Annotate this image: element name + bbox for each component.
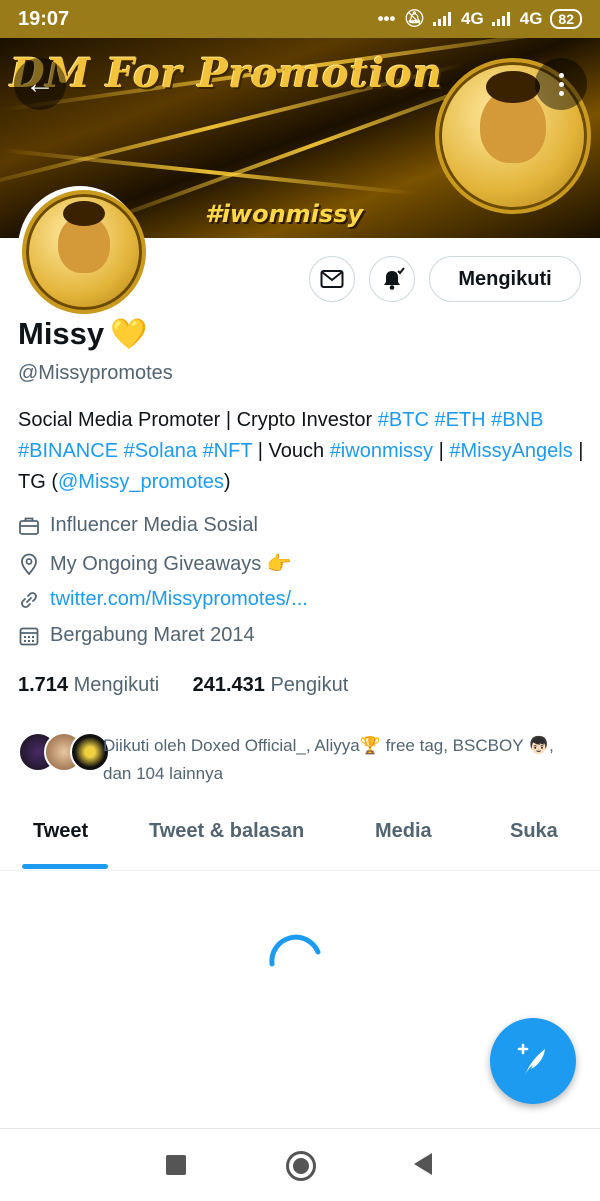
battery-indicator: 82 — [550, 9, 582, 29]
bio-hashtag-link[interactable]: #NFT — [203, 440, 253, 462]
followers-label: Pengikut — [270, 674, 349, 696]
network-label-1: 4G — [461, 9, 484, 28]
meta-website[interactable]: twitter.com/Missypromotes/... — [18, 588, 308, 611]
profile-handle: @Missypromotes — [18, 362, 173, 384]
calendar-icon — [18, 625, 40, 647]
meta-joined-text: Bergabung Maret 2014 — [50, 624, 255, 646]
profile-bio: Social Media Promoter | Crypto Investor … — [18, 405, 588, 498]
system-navigation-bar — [0, 1128, 600, 1201]
bio-hashtag-link[interactable]: #ETH — [434, 409, 485, 431]
more-options-button[interactable] — [535, 58, 587, 110]
website-link[interactable]: twitter.com/Missypromotes/... — [50, 588, 308, 611]
tab-media[interactable]: Media — [375, 820, 432, 843]
meta-category-text: Influencer Media Sosial — [50, 514, 258, 536]
bio-hashtag-link[interactable]: #BNB — [491, 409, 543, 431]
message-button[interactable] — [309, 256, 355, 302]
avatar[interactable] — [18, 186, 146, 314]
following-stat[interactable]: 1.714 Mengikuti — [18, 674, 159, 696]
compose-tweet-button[interactable] — [490, 1018, 576, 1104]
bio-hashtag-link[interactable]: #BINANCE — [18, 440, 118, 462]
compose-tweet-icon — [517, 1043, 545, 1075]
notifications-button[interactable] — [369, 256, 415, 302]
home-button[interactable] — [286, 1151, 316, 1181]
status-icons: ••• 🔕︎ 4G 4G 82 — [378, 9, 582, 29]
signal-icon-2 — [491, 12, 512, 26]
mute-icon: 🔕︎ — [403, 9, 426, 28]
tab-tweet-and-replies[interactable]: Tweet & balasan — [149, 820, 304, 843]
bio-hashtag-link[interactable]: #iwonmissy — [330, 440, 433, 462]
recent-apps-button[interactable] — [166, 1155, 186, 1175]
bio-hashtag-link[interactable]: #MissyAngels — [449, 440, 572, 462]
meta-category: Influencer Media Sosial — [18, 514, 258, 537]
briefcase-icon — [18, 515, 40, 537]
followers-stat[interactable]: 241.431 Pengikut — [193, 674, 349, 696]
following-count: 1.714 — [18, 674, 69, 696]
tab-tweet[interactable]: Tweet — [33, 820, 88, 843]
bio-text: | — [433, 440, 450, 462]
bio-hashtag-link[interactable]: @Missy_promotes — [58, 471, 224, 493]
profile-name-text: Missy — [18, 316, 105, 351]
banner-hashtag: #iwonmissy — [205, 200, 364, 228]
profile-name: Missy 💛 — [18, 316, 148, 352]
more-icon — [558, 71, 564, 98]
yellow-heart-icon: 💛 — [110, 318, 148, 351]
follow-stats: 1.714 Mengikuti 241.431 Pengikut — [18, 674, 348, 697]
followed-by-avatars[interactable] — [18, 732, 110, 772]
meta-location: My Ongoing Giveaways 👉 — [18, 551, 292, 576]
followers-count: 241.431 — [192, 674, 265, 696]
system-back-button[interactable] — [414, 1153, 432, 1175]
tab-likes[interactable]: Suka — [510, 820, 558, 843]
followed-by-text[interactable]: Diikuti oleh Doxed Official_, Aliyya🏆 fr… — [103, 732, 583, 788]
signal-icon — [433, 12, 453, 26]
bio-text: ) — [223, 471, 231, 493]
status-time: 19:07 — [18, 7, 70, 30]
bio-hashtag-link[interactable]: #Solana — [124, 440, 197, 462]
following-button[interactable]: Mengikuti — [429, 256, 581, 302]
status-bar: 19:07 ••• 🔕︎ 4G 4G 82 — [0, 0, 600, 38]
location-pin-icon — [18, 553, 40, 575]
active-tab-indicator — [22, 864, 108, 869]
profile-tabs: Tweet Tweet & balasan Media Suka — [0, 806, 600, 871]
meta-joined: Bergabung Maret 2014 — [18, 624, 255, 647]
meta-location-text: My Ongoing Giveaways 👉 — [50, 553, 292, 575]
link-icon — [18, 589, 40, 611]
envelope-icon — [320, 270, 344, 288]
banner-title: DM For Promotion — [10, 50, 444, 97]
back-button[interactable]: ← — [14, 58, 66, 110]
more-notifications-icon: ••• — [377, 9, 396, 28]
bio-text: | Vouch — [252, 440, 330, 462]
network-label-2: 4G — [519, 9, 543, 28]
bell-icon — [384, 267, 405, 290]
following-label: Mengikuti — [73, 674, 160, 696]
loading-spinner-icon — [269, 934, 321, 967]
back-arrow-icon: ← — [25, 67, 55, 100]
bio-text: Social Media Promoter | Crypto Investor — [18, 409, 378, 431]
bio-hashtag-link[interactable]: #BTC — [378, 409, 429, 431]
